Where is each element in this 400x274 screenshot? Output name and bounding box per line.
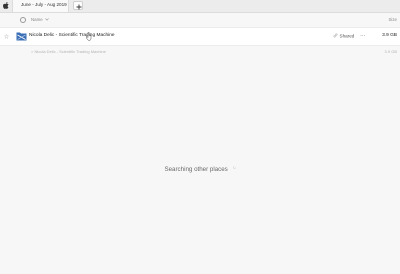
- search-result-path: > Nicola Delic - Scientific Trading Mach…: [31, 49, 106, 54]
- row-name[interactable]: Nicola Delic - Scientific Trading Machin…: [29, 33, 115, 38]
- tab-bar: June - July - Aug 2019: [0, 0, 400, 13]
- apple-icon[interactable]: [3, 2, 9, 9]
- tab-label: June - July - Aug 2019: [21, 2, 67, 7]
- new-tab-button[interactable]: [73, 1, 83, 10]
- star-icon[interactable]: [4, 34, 9, 39]
- link-icon: [333, 33, 338, 38]
- sort-arrow-icon: [45, 17, 49, 21]
- select-all-icon[interactable]: [20, 17, 26, 23]
- row-size: 3.9 GB: [382, 33, 397, 38]
- column-name-label: Name: [31, 16, 43, 22]
- search-result-size: 3.9 GB: [384, 49, 397, 54]
- folder-icon: [16, 32, 27, 41]
- more-icon[interactable]: …: [360, 32, 366, 38]
- table-row[interactable]: Nicola Delic - Scientific Trading Machin…: [0, 27, 400, 46]
- search-status: Searching other places: [0, 166, 400, 173]
- column-header-size[interactable]: Size: [388, 17, 397, 22]
- searching-label: Searching other places: [164, 166, 228, 173]
- plus-icon: [76, 4, 82, 9]
- column-header-name[interactable]: Name: [31, 17, 49, 22]
- shared-indicator[interactable]: Shared: [333, 33, 354, 39]
- list-item[interactable]: > Nicola Delic - Scientific Trading Mach…: [0, 48, 400, 56]
- cursor-icon: [86, 32, 92, 41]
- spinner-icon: [232, 166, 236, 169]
- list-header: Name Size: [0, 13, 400, 25]
- shared-label: Shared: [339, 33, 355, 39]
- tab-current-folder[interactable]: June - July - Aug 2019: [12, 0, 69, 12]
